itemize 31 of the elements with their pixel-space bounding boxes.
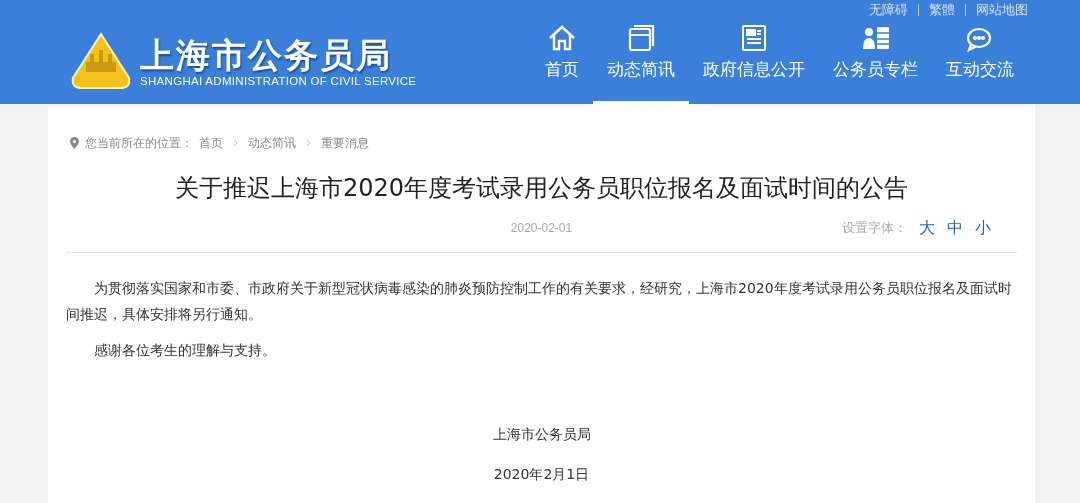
- window-icon: [626, 24, 656, 52]
- top-link[interactable]: 繁體: [929, 1, 955, 19]
- emblem-icon: [70, 32, 132, 90]
- home-icon: [547, 24, 577, 52]
- nav-tab[interactable]: 首页: [531, 24, 593, 104]
- breadcrumb-link[interactable]: 重要消息: [321, 134, 369, 152]
- nav-tab[interactable]: 公务员专栏: [819, 24, 932, 104]
- location-pin-icon: [70, 137, 79, 149]
- chevron-icon: [233, 139, 238, 147]
- breadcrumb-link[interactable]: 首页: [199, 134, 223, 152]
- paragraph: 感谢各位考生的理解与支持。: [93, 341, 277, 360]
- breadcrumb-label: 您当前所在的位置：: [85, 134, 193, 152]
- article-title: 关于推迟上海市2020年度考试录用公务员职位报名及面试时间的公告: [173, 173, 910, 204]
- font-size-link[interactable]: 小: [975, 217, 991, 239]
- site-subtitle: SHANGHAI ADMINISTRATION OF CIVIL SERVICE: [140, 75, 417, 87]
- signature: 上海市公务员局: [491, 425, 592, 444]
- paragraph: 为贯彻落实国家和市委、市政府关于新型冠状病毒感染的肺炎预防控制工作的有关要求，经研究，上海市2020年度考试录用公务员职位报名及面试时间推迟，具体安排将另行通知。: [66, 279, 1013, 324]
- nav-tab[interactable]: 政府信息公开: [689, 24, 819, 104]
- breadcrumb-link[interactable]: 动态简讯: [248, 134, 296, 152]
- newspaper-icon: [739, 24, 769, 52]
- font-size-link[interactable]: 大: [919, 217, 935, 239]
- site-title: 上海市公务员局: [140, 35, 393, 75]
- font-size-label: 设置字体：: [842, 219, 907, 237]
- chevron-icon: [306, 139, 311, 147]
- nav-tab[interactable]: 互动交流: [932, 24, 1028, 104]
- publish-date: 2020-02-01: [510, 221, 573, 235]
- font-size-link[interactable]: 中: [947, 217, 963, 239]
- top-link[interactable]: 网站地图: [976, 1, 1028, 19]
- top-link[interactable]: 无障碍: [869, 1, 908, 19]
- person-list-icon: [860, 24, 891, 52]
- signature-date: 2020年2月1日: [492, 465, 591, 484]
